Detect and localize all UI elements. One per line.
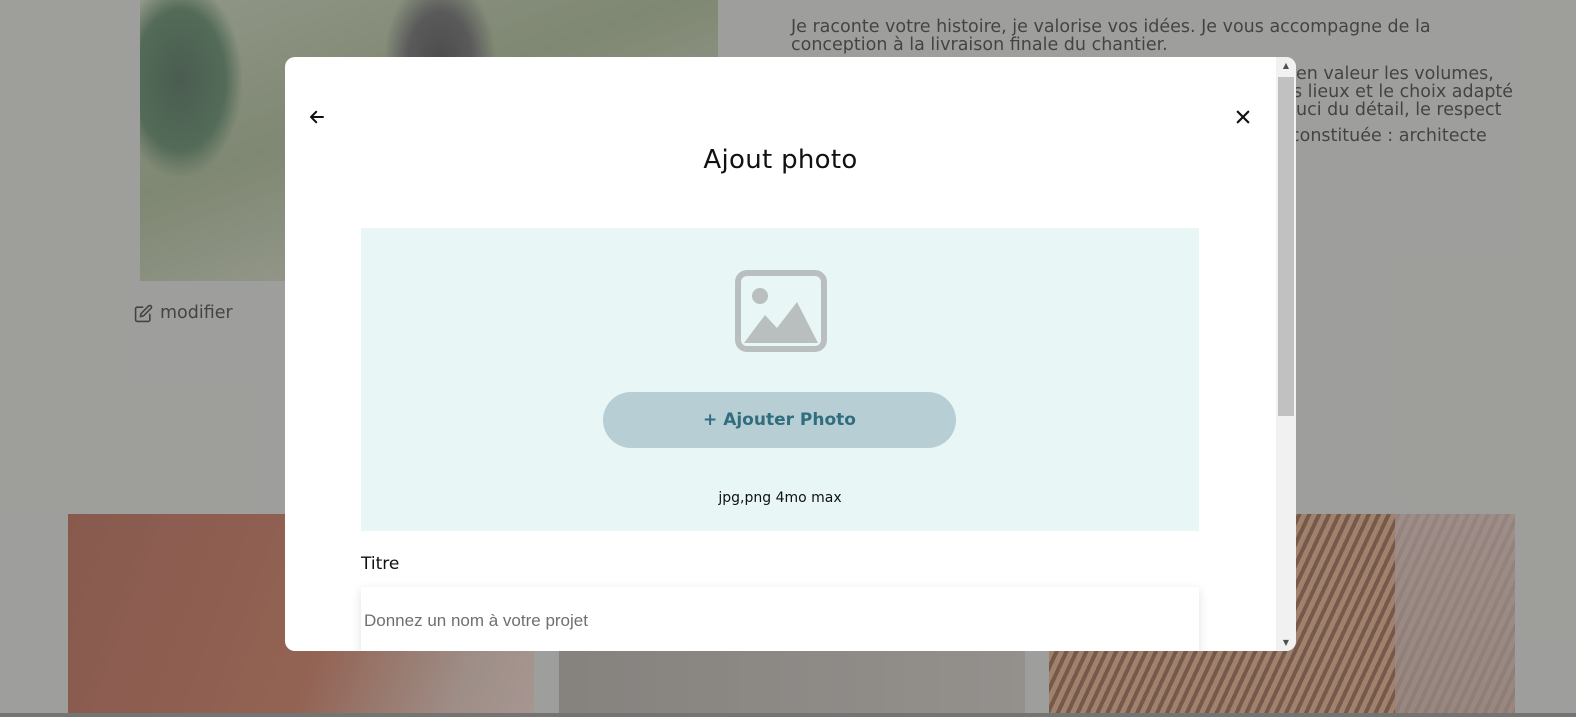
upload-hint: jpg,png 4mo max: [718, 490, 842, 506]
back-button[interactable]: [305, 105, 329, 129]
title-label: Titre: [361, 554, 400, 574]
close-button[interactable]: [1231, 105, 1255, 129]
add-photo-modal: Ajout photo + Ajouter Photo jpg,png 4mo …: [285, 57, 1296, 651]
photo-upload-zone[interactable]: + Ajouter Photo jpg,png 4mo max: [361, 228, 1199, 531]
image-icon: [735, 270, 827, 352]
scrollbar-thumb[interactable]: [1278, 77, 1294, 416]
add-photo-button[interactable]: + Ajouter Photo: [603, 392, 956, 448]
modal-scrollbar[interactable]: ▲ ▼: [1276, 57, 1296, 651]
close-icon: [1236, 110, 1250, 124]
scroll-down-arrow[interactable]: ▼: [1276, 634, 1296, 651]
modal-title: Ajout photo: [703, 145, 858, 175]
arrow-left-icon: [310, 110, 324, 124]
title-input[interactable]: [361, 587, 1199, 651]
scroll-up-arrow[interactable]: ▲: [1276, 57, 1296, 74]
modal-content: Ajout photo + Ajouter Photo jpg,png 4mo …: [285, 57, 1276, 651]
